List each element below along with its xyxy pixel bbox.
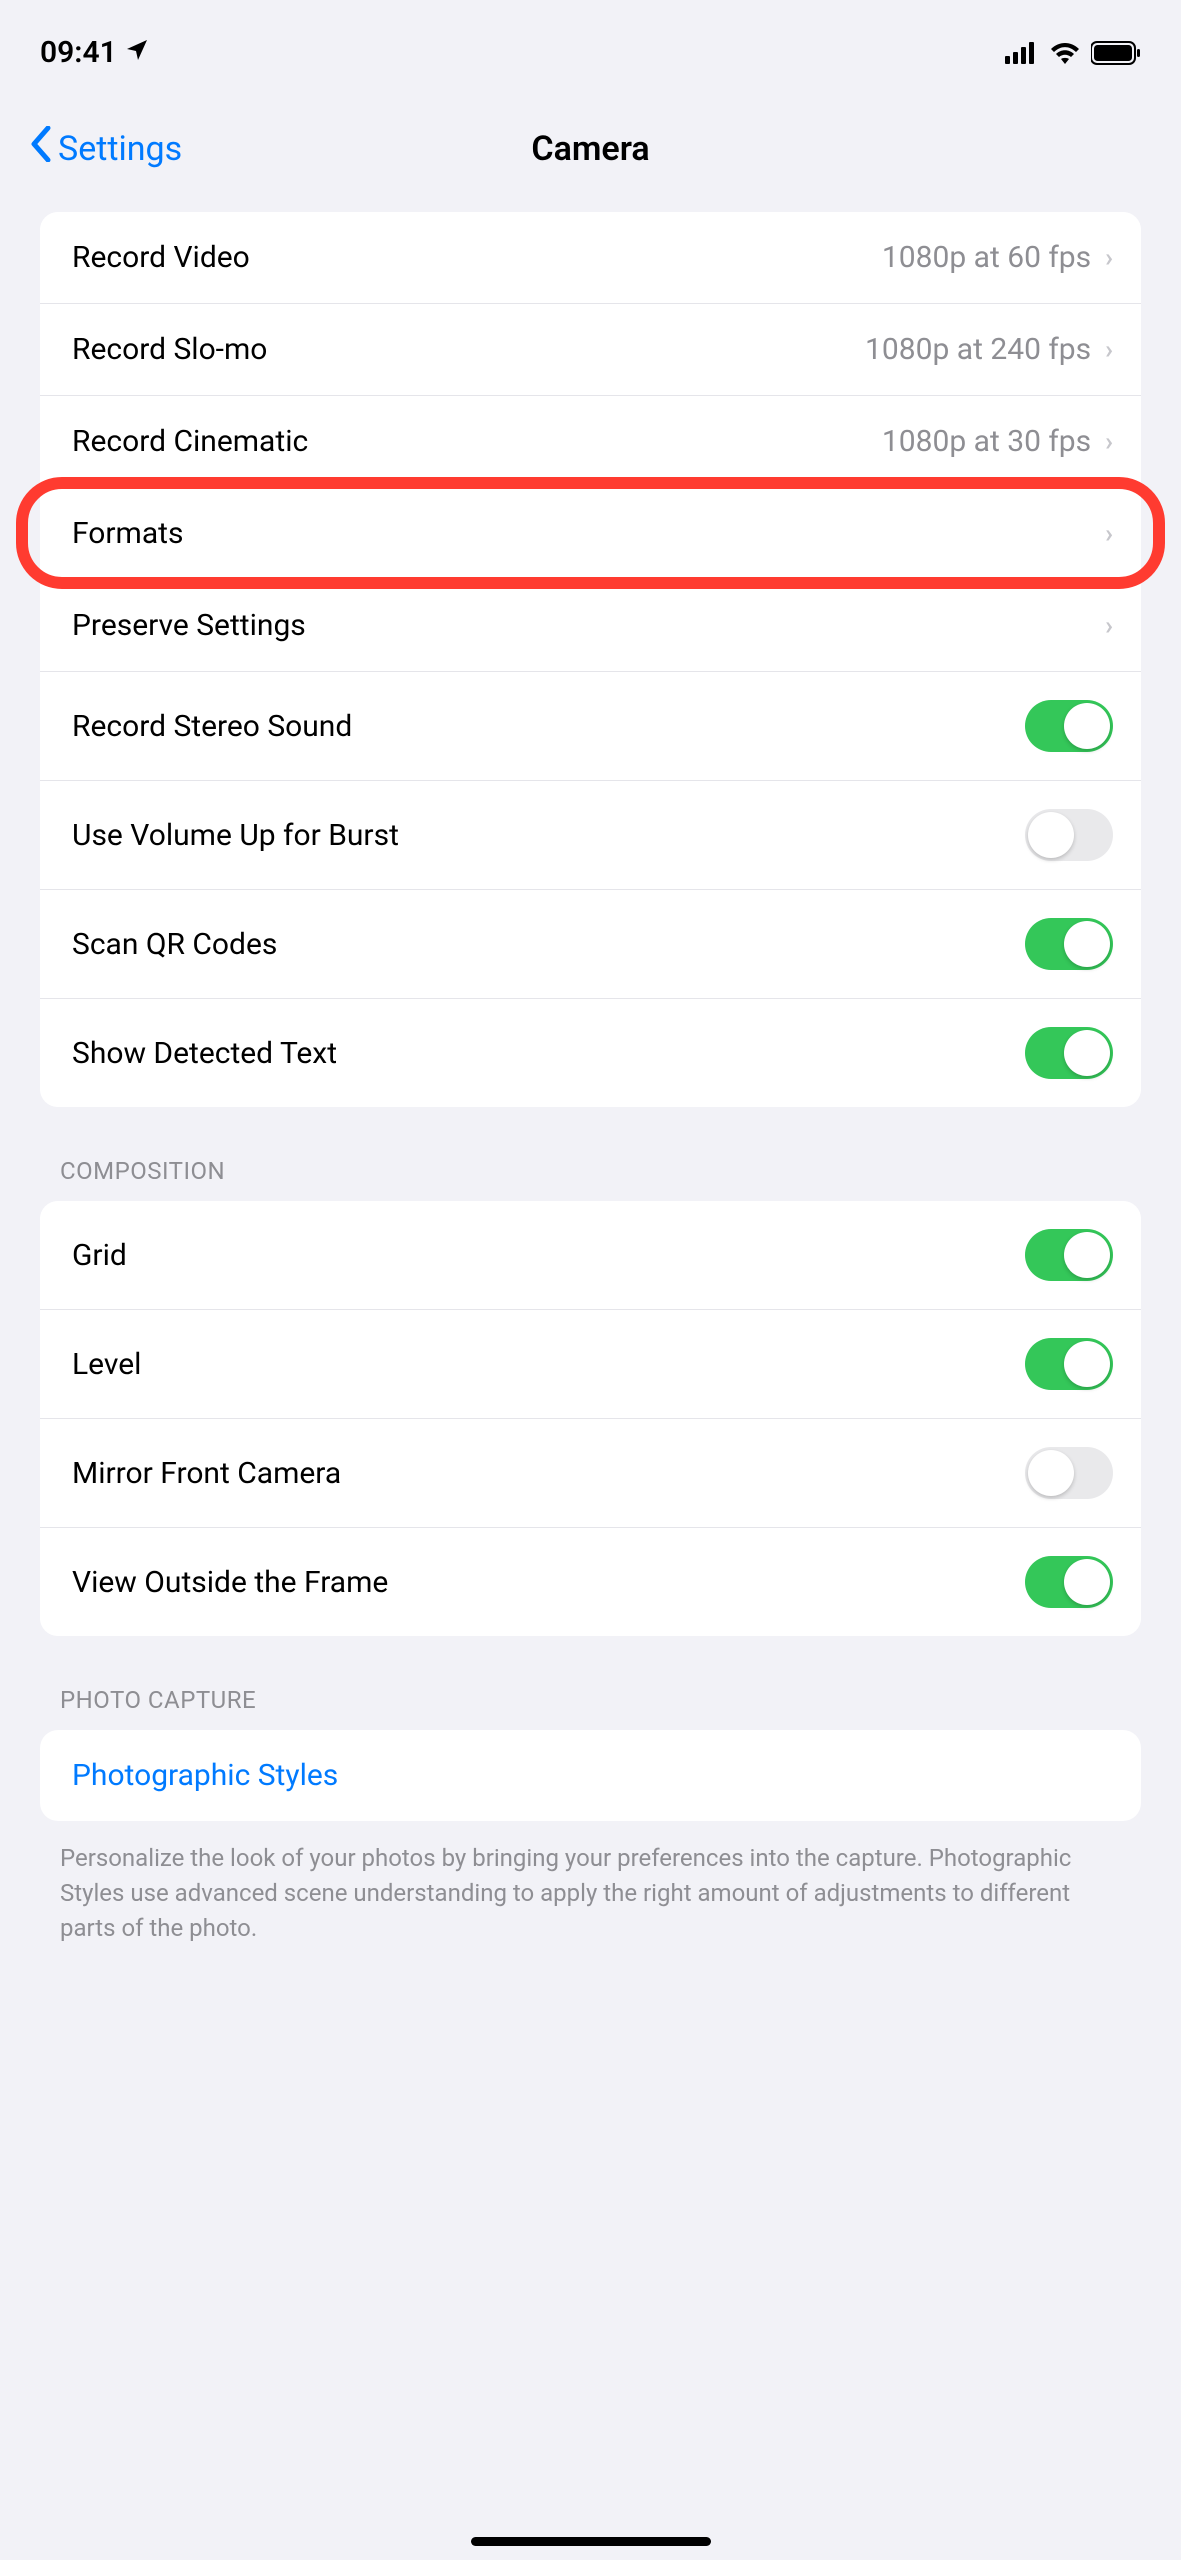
toggle-show-detected-text[interactable] [1025,1027,1113,1079]
status-bar: 09:41 [0,0,1181,95]
row-label: Level [72,1347,141,1382]
group-composition: Grid Level Mirror Front Camera View Outs… [40,1201,1141,1636]
row-mirror-front[interactable]: Mirror Front Camera [40,1418,1141,1527]
toggle-volume-up-burst[interactable] [1025,809,1113,861]
row-scan-qr[interactable]: Scan QR Codes [40,889,1141,998]
status-time: 09:41 [40,35,117,70]
status-right [1005,41,1141,65]
group-header-composition: Composition [60,1157,1121,1185]
row-label: Record Cinematic [72,424,308,459]
row-record-video[interactable]: Record Video 1080p at 60 fps › [40,212,1141,303]
toggle-record-stereo-sound[interactable] [1025,700,1113,752]
row-label: Record Slo-mo [72,332,267,367]
toggle-scan-qr[interactable] [1025,918,1113,970]
row-grid[interactable]: Grid [40,1201,1141,1309]
row-label: Photographic Styles [72,1758,338,1793]
row-level[interactable]: Level [40,1309,1141,1418]
group-recording: Record Video 1080p at 60 fps › Record Sl… [40,212,1141,1107]
back-label: Settings [58,129,182,169]
back-button[interactable]: Settings [30,125,182,172]
row-show-detected-text[interactable]: Show Detected Text [40,998,1141,1107]
group-photo-capture: Photographic Styles [40,1730,1141,1821]
row-formats[interactable]: Formats › [40,487,1141,579]
chevron-right-icon: › [1105,519,1113,549]
row-label: Scan QR Codes [72,927,277,962]
row-value: 1080p at 30 fps [882,424,1091,459]
chevron-left-icon [30,125,52,172]
row-preserve-settings[interactable]: Preserve Settings › [40,579,1141,671]
row-label: Record Video [72,240,250,275]
chevron-right-icon: › [1105,335,1113,365]
group-header-photo-capture: Photo Capture [60,1686,1121,1714]
battery-icon [1091,41,1141,65]
row-photographic-styles[interactable]: Photographic Styles [40,1730,1141,1821]
group-footer-photo-capture: Personalize the look of your photos by b… [60,1841,1121,1945]
row-record-stereo-sound[interactable]: Record Stereo Sound [40,671,1141,780]
cellular-icon [1005,42,1039,64]
toggle-level[interactable] [1025,1338,1113,1390]
row-label: Use Volume Up for Burst [72,818,399,853]
chevron-right-icon: › [1105,427,1113,457]
toggle-grid[interactable] [1025,1229,1113,1281]
row-label: Record Stereo Sound [72,709,352,744]
nav-bar: Settings Camera [0,95,1181,212]
row-record-slomo[interactable]: Record Slo-mo 1080p at 240 fps › [40,303,1141,395]
row-volume-up-burst[interactable]: Use Volume Up for Burst [40,780,1141,889]
location-icon [125,35,149,70]
row-label: Mirror Front Camera [72,1456,341,1491]
toggle-view-outside-frame[interactable] [1025,1556,1113,1608]
row-label: Show Detected Text [72,1036,337,1071]
row-label: Formats [72,516,183,551]
row-label: Preserve Settings [72,608,306,643]
content: Record Video 1080p at 60 fps › Record Sl… [0,212,1181,1985]
row-view-outside-frame[interactable]: View Outside the Frame [40,1527,1141,1636]
row-label: Grid [72,1238,127,1273]
row-label: View Outside the Frame [72,1565,388,1600]
status-left: 09:41 [40,35,149,70]
row-value: 1080p at 240 fps [865,332,1091,367]
toggle-mirror-front[interactable] [1025,1447,1113,1499]
row-value: 1080p at 60 fps [882,240,1091,275]
row-record-cinematic[interactable]: Record Cinematic 1080p at 30 fps › [40,395,1141,487]
chevron-right-icon: › [1105,611,1113,641]
home-indicator[interactable] [471,2537,711,2546]
page-title: Camera [531,129,649,169]
chevron-right-icon: › [1105,243,1113,273]
wifi-icon [1049,42,1081,64]
